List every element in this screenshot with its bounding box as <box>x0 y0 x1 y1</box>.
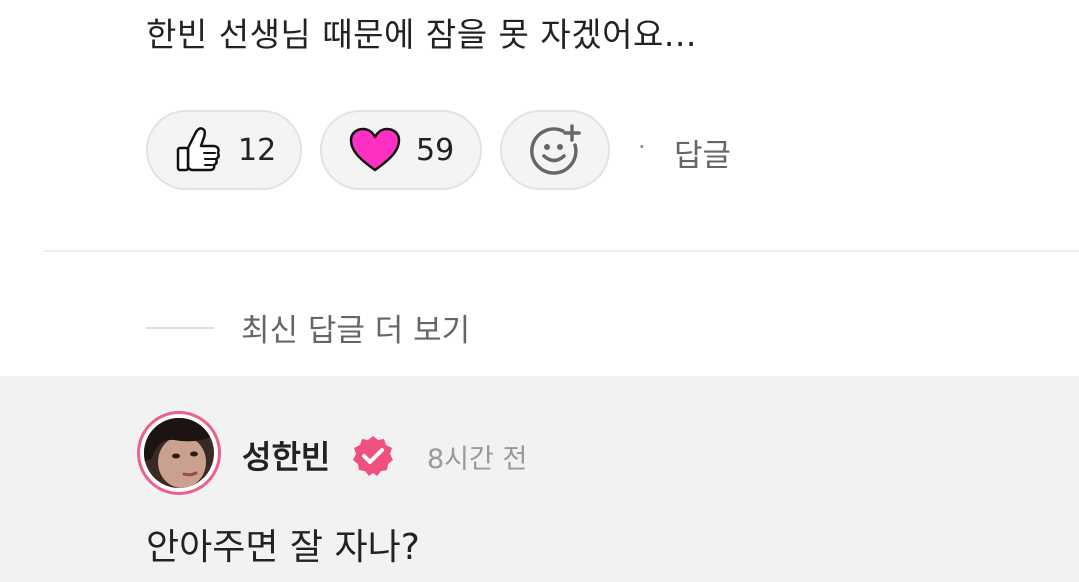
reply-timestamp: 8시간 전 <box>427 444 528 475</box>
like-reaction-button[interactable]: 12 <box>146 110 302 190</box>
separator-dot: · <box>638 133 646 161</box>
comment-text: 한빈 선생님 때문에 잠을 못 자겠어요... <box>146 15 697 54</box>
add-reaction-smiley-icon <box>528 123 582 177</box>
add-reaction-button[interactable] <box>500 110 610 190</box>
comment-thread: 한빈 선생님 때문에 잠을 못 자겠어요... 12 59 · 답글 최신 답글… <box>0 0 1079 582</box>
heart-icon <box>348 126 402 174</box>
reply-text: 안아주면 잘 자나? <box>146 527 420 568</box>
heart-count: 59 <box>416 132 455 168</box>
reply-button[interactable]: 답글 <box>674 130 731 175</box>
avatar-image <box>144 418 214 488</box>
thumbs-up-icon <box>174 124 224 176</box>
divider <box>44 250 1079 252</box>
avatar[interactable] <box>137 411 221 495</box>
verified-badge-icon <box>351 434 395 478</box>
heart-reaction-button[interactable]: 59 <box>320 110 482 190</box>
reply-author-name[interactable]: 성한빈 <box>242 432 330 478</box>
more-replies-line <box>146 327 214 329</box>
like-count: 12 <box>238 132 277 168</box>
more-replies-button[interactable]: 최신 답글 더 보기 <box>241 305 470 350</box>
